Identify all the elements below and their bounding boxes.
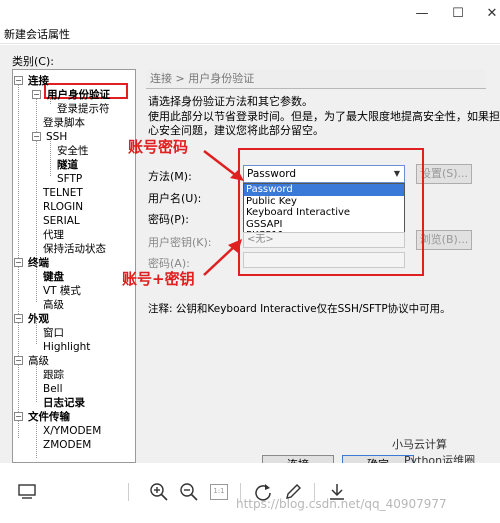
tree-line xyxy=(36,94,37,260)
tree-node[interactable]: 跟踪 xyxy=(43,368,64,382)
tree-node[interactable]: SSH xyxy=(46,130,67,144)
tree-node[interactable]: Highlight xyxy=(43,340,90,354)
tree-expander-icon[interactable]: − xyxy=(14,356,23,365)
tree-node[interactable]: 连接 xyxy=(28,74,49,88)
annotation-arrow-icon xyxy=(203,239,242,276)
annotation-arrow-icon xyxy=(203,150,244,181)
close-icon[interactable]: ✕ xyxy=(474,2,500,24)
tree-line xyxy=(18,80,19,260)
zoom-in-icon[interactable] xyxy=(148,481,170,503)
password-label: 密码(P): xyxy=(148,213,189,226)
tree-expander-icon[interactable]: − xyxy=(32,132,41,141)
tree-node[interactable]: 日志记录 xyxy=(43,396,85,410)
tree-expander-icon[interactable]: − xyxy=(14,412,23,421)
panel-note: 注释: 公钥和Keyboard Interactive仅在SSH/SFTP协议中… xyxy=(148,303,451,315)
tree-node[interactable]: 登录脚本 xyxy=(43,116,85,130)
tree-node[interactable]: 安全性 xyxy=(57,144,89,158)
tree-node[interactable]: Bell xyxy=(43,382,63,396)
tree-node[interactable]: 高级 xyxy=(43,298,64,312)
viewer-toolbar: 1:1 https://blog.csdn.net/qq_40907977 xyxy=(0,463,500,523)
settings-button[interactable]: 设置(S)... xyxy=(416,164,472,184)
tree-node[interactable]: ZMODEM xyxy=(43,438,91,452)
tree-node[interactable]: 代理 xyxy=(43,228,64,242)
tree-node[interactable]: SERIAL xyxy=(43,214,80,228)
tree-expander-icon[interactable]: − xyxy=(32,90,41,99)
tree-node[interactable]: 文件传输 xyxy=(28,410,70,424)
tree-node[interactable]: 高级 xyxy=(28,354,49,368)
zoom-out-icon[interactable] xyxy=(178,481,200,503)
annotation-box xyxy=(238,148,424,276)
browse-button[interactable]: 浏览(B)... xyxy=(416,230,472,250)
tree-expander-icon[interactable]: − xyxy=(14,76,23,85)
panel-breadcrumb: 连接 > 用户身份验证 xyxy=(146,69,486,89)
tree-node[interactable]: 保持活动状态 xyxy=(43,242,106,256)
method-label: 方法(M): xyxy=(148,170,192,183)
tree-node[interactable]: 隧道 xyxy=(57,158,78,172)
annotation-account-password: 账号密码 xyxy=(128,138,189,156)
tree-node[interactable]: 外观 xyxy=(28,312,49,326)
tree-node[interactable]: RLOGIN xyxy=(43,200,83,214)
tree-node[interactable]: X/YMODEM xyxy=(43,424,101,438)
tree-expander-icon[interactable]: − xyxy=(14,314,23,323)
tree-node[interactable]: 终端 xyxy=(28,256,49,270)
url-watermark: https://blog.csdn.net/qq_40907977 xyxy=(236,497,447,511)
username-label: 用户名(U): xyxy=(148,192,202,205)
monitor-icon[interactable] xyxy=(16,481,38,503)
title-bar: 新建会话属性 — ☐ ✕ xyxy=(0,0,500,44)
category-label: 类别(C): xyxy=(12,55,54,68)
category-tree[interactable]: − 连接 − 用户身份验证 登录提示符 登录脚本 − SSH 安全性 隧道 SFTP TELNET RL… xyxy=(12,69,136,463)
tree-node[interactable]: SFTP xyxy=(57,172,82,186)
annotation-account-key: 账号+密钥 xyxy=(122,270,195,288)
tree-node[interactable]: 用户身份验证 xyxy=(47,88,110,102)
tree-node[interactable]: VT 模式 xyxy=(43,284,81,298)
maximize-icon[interactable]: ☐ xyxy=(440,2,476,24)
panel-description: 请选择身份验证方法和其它参数。 xyxy=(148,95,313,108)
wechat-account-name: 小马云计算 xyxy=(392,438,447,451)
tree-node[interactable]: 窗口 xyxy=(43,326,64,340)
actual-size-label: 1:1 xyxy=(210,484,228,500)
tree-expander-icon[interactable]: − xyxy=(14,258,23,267)
minimize-icon[interactable]: — xyxy=(404,2,440,24)
actual-size-icon[interactable]: 1:1 xyxy=(208,481,230,503)
tree-node[interactable]: 登录提示符 xyxy=(57,102,110,116)
tree-node[interactable]: TELNET xyxy=(43,186,83,200)
toolbar-divider xyxy=(128,483,129,501)
tree-node[interactable]: 键盘 xyxy=(43,270,64,284)
session-properties-dialog: 类别(C): − 连接 − 用户身份验证 登录提示符 登录脚本 − SSH 安全性 隧道 SFTP T… xyxy=(0,45,500,475)
window-title: 新建会话属性 xyxy=(4,28,70,41)
